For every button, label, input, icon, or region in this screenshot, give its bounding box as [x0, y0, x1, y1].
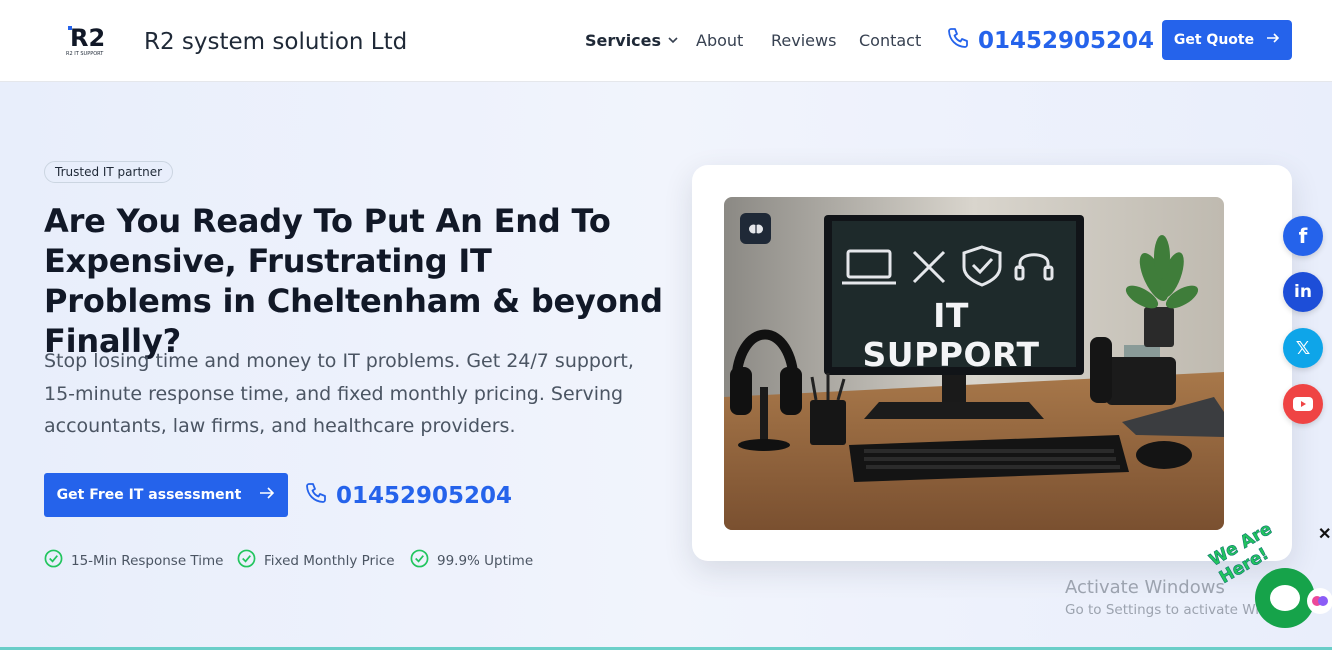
- feature-label: 99.9% Uptime: [437, 552, 534, 569]
- facebook-icon[interactable]: f: [1283, 216, 1323, 256]
- feature-uptime: 99.9% Uptime: [410, 549, 533, 572]
- svg-text:R2: R2: [70, 24, 105, 52]
- feature-response-time: 15-Min Response Time: [44, 549, 223, 572]
- chevron-down-icon: [667, 31, 679, 50]
- brain-icon[interactable]: [740, 213, 771, 244]
- x-twitter-icon[interactable]: 𝕏: [1283, 328, 1323, 368]
- nav-services[interactable]: Services: [585, 31, 679, 50]
- nav-reviews[interactable]: Reviews: [771, 31, 836, 50]
- nav-about[interactable]: About: [696, 31, 743, 50]
- nav-services-label: Services: [585, 31, 662, 50]
- get-quote-button[interactable]: Get Quote: [1162, 20, 1292, 60]
- brand-name[interactable]: R2 system solution Ltd: [144, 29, 407, 55]
- arrow-right-icon: [259, 486, 275, 504]
- check-circle-icon: [410, 549, 429, 572]
- chat-bubble-icon: [1270, 585, 1300, 611]
- it-support-photo: IT SUPPORT: [724, 197, 1224, 530]
- get-quote-label: Get Quote: [1173, 32, 1255, 48]
- youtube-icon[interactable]: [1283, 384, 1323, 424]
- hero-subtext: Stop losing time and money to IT problem…: [44, 350, 634, 437]
- check-circle-icon: [44, 549, 63, 572]
- feature-label: 15-Min Response Time: [71, 552, 224, 569]
- chat-close-icon[interactable]: ✕: [1318, 524, 1331, 544]
- feature-fixed-price: Fixed Monthly Price: [237, 549, 395, 572]
- linkedin-icon[interactable]: in: [1283, 272, 1323, 312]
- phone-icon: [304, 481, 328, 511]
- chat-launcher-button[interactable]: [1255, 568, 1315, 628]
- arrow-right-icon: [1266, 31, 1280, 49]
- hero-phone-link[interactable]: 01452905204: [304, 481, 512, 511]
- header-phone-number: 01452905204: [978, 28, 1155, 54]
- free-assessment-button[interactable]: Get Free IT assessment: [44, 473, 288, 517]
- free-assessment-label: Get Free IT assessment: [56, 487, 242, 503]
- site-header: R2 R2 IT SUPPORT R2 system solution Ltd …: [0, 0, 1332, 82]
- phone-icon: [946, 26, 970, 56]
- header-phone-link[interactable]: 01452905204: [946, 26, 1154, 56]
- brand-logo[interactable]: R2 R2 IT SUPPORT: [62, 20, 116, 60]
- ai-brain-icon[interactable]: [1307, 588, 1332, 614]
- check-circle-icon: [237, 549, 256, 572]
- nav-contact[interactable]: Contact: [859, 31, 921, 50]
- hero-headline: Are You Ready To Put An End To Expensive…: [44, 202, 663, 360]
- hero-image-card: IT SUPPORT: [692, 165, 1292, 561]
- photo-caption: IT SUPPORT: [862, 296, 1040, 374]
- feature-label: Fixed Monthly Price: [264, 552, 395, 569]
- trusted-badge: Trusted IT partner: [44, 161, 174, 183]
- windows-activation-title: Activate Windows: [1065, 577, 1225, 598]
- svg-text:R2 IT SUPPORT: R2 IT SUPPORT: [66, 51, 104, 57]
- hero-phone-number: 01452905204: [336, 483, 513, 509]
